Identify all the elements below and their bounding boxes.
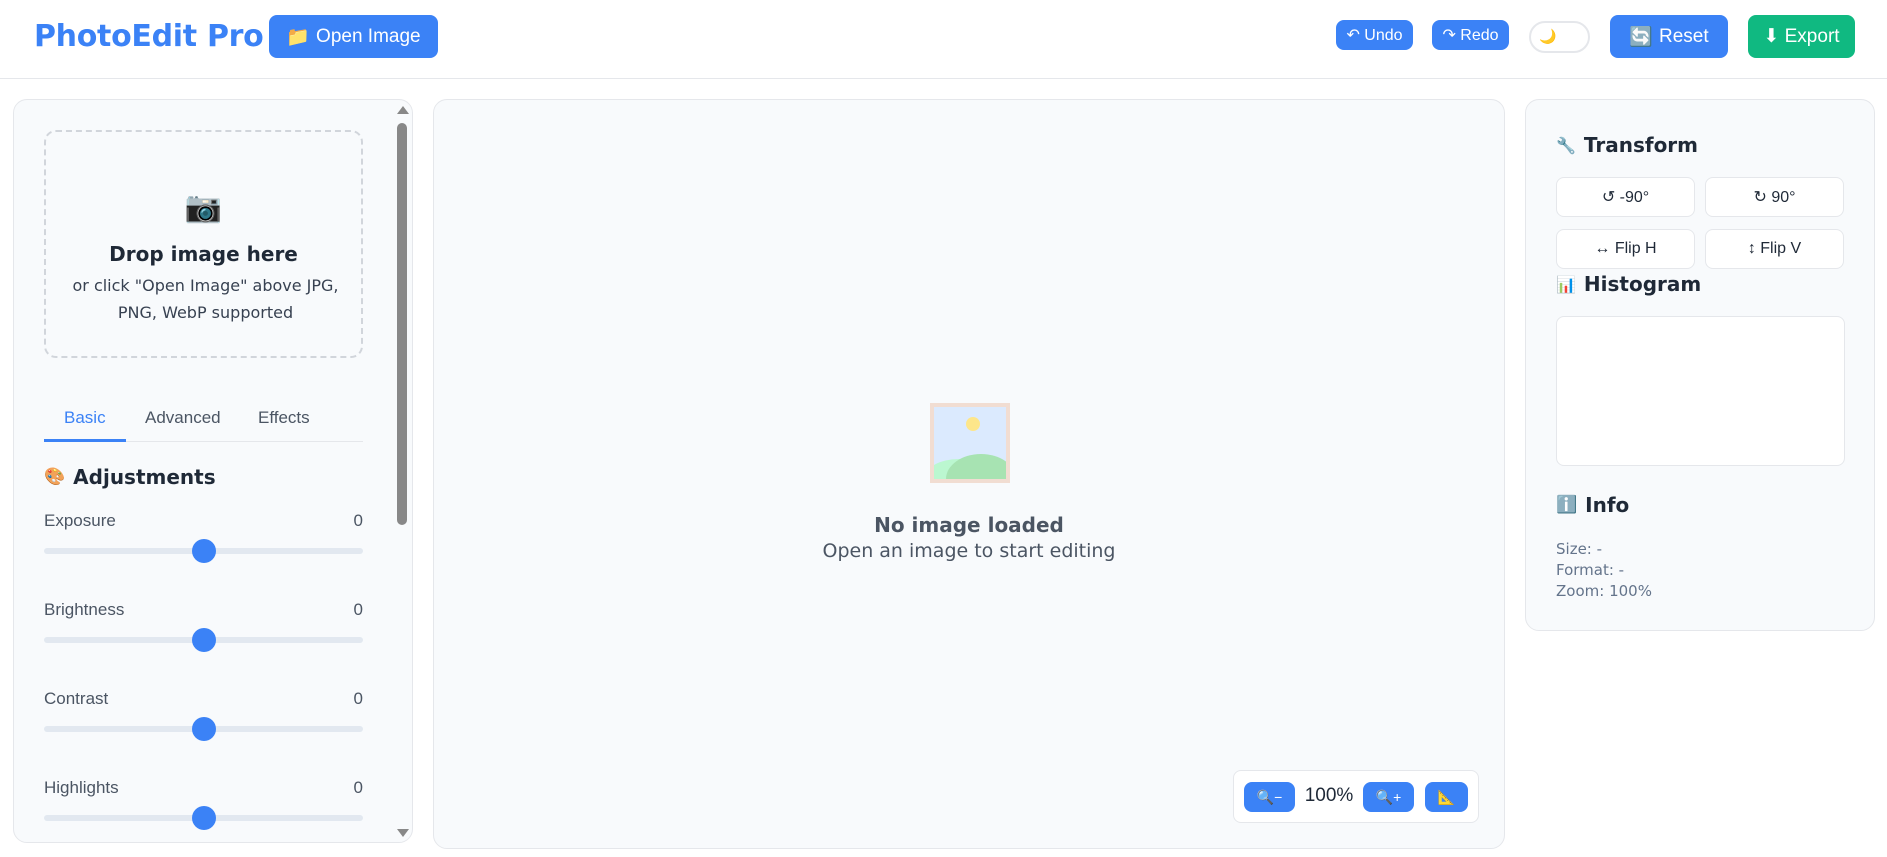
reset-label: Reset <box>1659 25 1709 47</box>
info-zoom: Zoom: 100% <box>1556 582 1652 600</box>
slider-value: 0 <box>353 689 363 708</box>
contrast-slider-thumb[interactable] <box>191 717 216 741</box>
info-heading: ℹ️ Info <box>1556 493 1629 517</box>
slider-label: Brightness <box>44 600 125 619</box>
theme-toggle[interactable]: 🌙 <box>1529 21 1590 53</box>
open-image-label: Open Image <box>316 25 421 47</box>
active-tab-indicator <box>44 439 126 442</box>
slider-label: Highlights <box>44 778 119 797</box>
scroll-down-arrow-icon[interactable] <box>397 829 409 837</box>
app-title: PhotoEdit Pro <box>34 19 264 54</box>
refresh-icon: 🔄 <box>1629 26 1654 48</box>
redo-button[interactable]: ↷ Redo <box>1432 20 1509 50</box>
image-canvas[interactable]: No image loaded Open an image to start e… <box>433 99 1505 849</box>
highlights-slider-thumb[interactable] <box>191 806 216 830</box>
zoom-level: 100% <box>1304 785 1354 806</box>
transform-title: Transform <box>1583 133 1699 157</box>
exposure-slider-row: Exposure 0 <box>44 511 363 581</box>
zoom-in-button[interactable]: 🔍+ <box>1363 782 1414 812</box>
scroll-up-arrow-icon[interactable] <box>397 106 409 114</box>
tab-advanced[interactable]: Advanced <box>145 408 221 428</box>
moon-icon: 🌙 <box>1539 28 1557 44</box>
slider-value: 0 <box>353 511 363 530</box>
histogram-title: Histogram <box>1583 272 1702 296</box>
zoom-controls: 🔍− 100% 🔍+ 📐 <box>1233 770 1479 823</box>
dropzone-subtitle: or click "Open Image" above JPG, PNG, We… <box>72 276 339 322</box>
slider-label: Contrast <box>44 689 109 708</box>
slider-label: Exposure <box>44 511 116 530</box>
info-format: Format: - <box>1556 561 1625 579</box>
slider-value: 0 <box>353 778 363 797</box>
empty-state-subtitle: Open an image to start editing <box>822 540 1116 562</box>
rotate-left-button[interactable]: ↺ -90° <box>1556 177 1695 217</box>
histogram-canvas <box>1556 316 1845 466</box>
left-panel-scrollbar[interactable] <box>395 104 409 839</box>
flip-vertical-button[interactable]: ↕ Flip V <box>1705 229 1844 269</box>
brightness-slider-thumb[interactable] <box>191 628 216 652</box>
right-sidebar: 🔧 Transform ↺ -90° ↻ 90° ↔ Flip H ↕ Flip… <box>1525 99 1875 631</box>
image-dropzone[interactable]: 📷 Drop image here or click "Open Image" … <box>44 130 363 358</box>
image-placeholder-icon <box>930 403 1010 483</box>
tab-basic[interactable]: Basic <box>64 408 106 428</box>
undo-button[interactable]: ↶ Undo <box>1336 20 1413 50</box>
empty-state-title: No image loaded <box>874 513 1064 537</box>
slider-value: 0 <box>353 600 363 619</box>
highlights-slider-row: Highlights 0 <box>44 778 363 842</box>
scrollbar-thumb[interactable] <box>397 123 407 525</box>
sun-shape <box>966 417 980 431</box>
wrench-icon: 🔧 <box>1556 135 1576 155</box>
histogram-heading: 📊 Histogram <box>1556 272 1701 296</box>
zoom-out-button[interactable]: 🔍− <box>1244 782 1295 812</box>
contrast-slider-row: Contrast 0 <box>44 689 363 759</box>
flip-horizontal-button[interactable]: ↔ Flip H <box>1556 229 1695 269</box>
open-image-button[interactable]: 📁 Open Image <box>269 15 438 58</box>
brightness-slider-row: Brightness 0 <box>44 600 363 670</box>
folder-icon: 📁 <box>286 26 311 48</box>
top-toolbar: PhotoEdit Pro 📁 Open Image ↶ Undo ↷ Redo… <box>0 0 1887 79</box>
fit-to-screen-button[interactable]: 📐 <box>1425 782 1468 812</box>
panel-tabs: Basic Advanced Effects <box>44 402 363 442</box>
info-icon: ℹ️ <box>1556 495 1578 515</box>
dropzone-title: Drop image here <box>109 242 298 266</box>
camera-icon: 📷 <box>184 191 223 224</box>
export-button[interactable]: ⬇ Export <box>1748 15 1855 58</box>
rotate-right-button[interactable]: ↻ 90° <box>1705 177 1844 217</box>
bar-chart-icon: 📊 <box>1556 274 1576 294</box>
left-sidebar: 📷 Drop image here or click "Open Image" … <box>13 99 413 843</box>
transform-heading: 🔧 Transform <box>1556 133 1698 157</box>
adjustments-title: Adjustments <box>73 465 216 489</box>
reset-button[interactable]: 🔄 Reset <box>1610 15 1728 58</box>
adjustments-heading: 🎨 Adjustments <box>44 465 216 489</box>
info-title: Info <box>1585 493 1630 517</box>
palette-icon: 🎨 <box>44 467 66 487</box>
tab-effects[interactable]: Effects <box>258 408 310 428</box>
exposure-slider-thumb[interactable] <box>191 539 216 563</box>
info-size: Size: - <box>1556 540 1603 558</box>
